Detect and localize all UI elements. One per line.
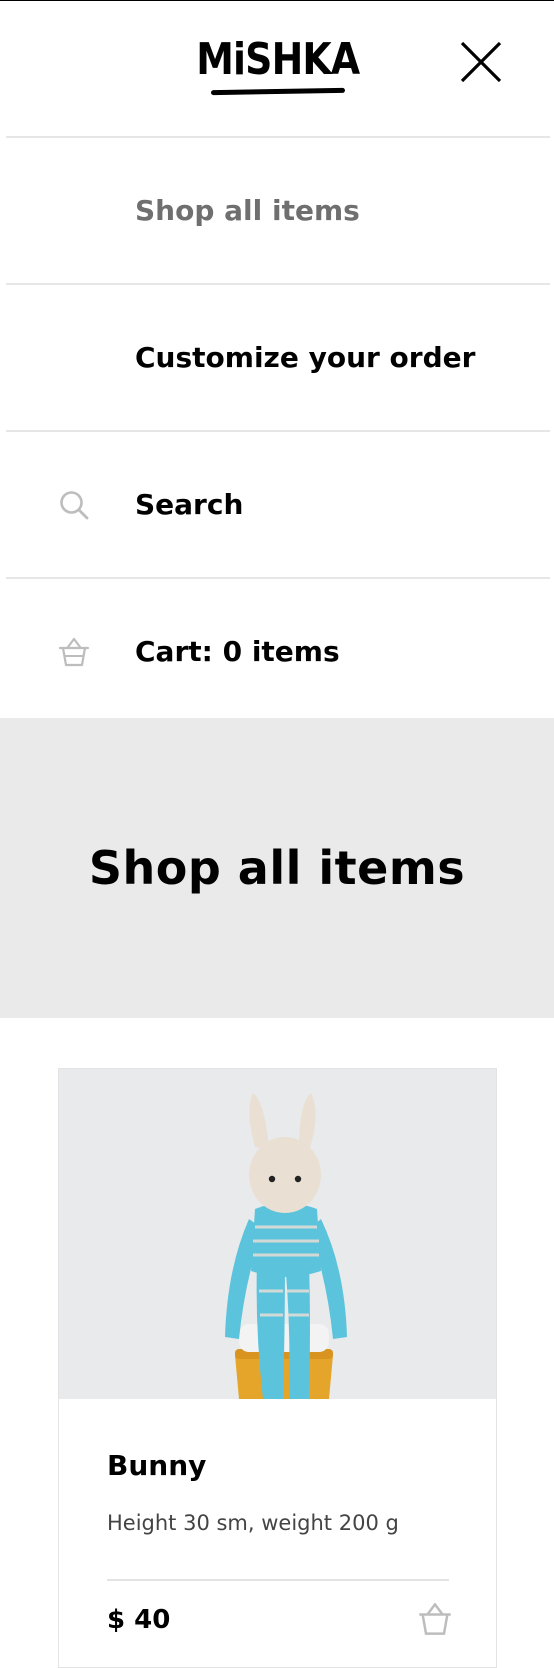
nav-item-customize-order[interactable]: Customize your order — [6, 283, 550, 430]
close-menu-button[interactable] — [458, 39, 504, 85]
nav-item-label: Cart: 0 items — [135, 635, 340, 668]
basket-icon — [58, 637, 90, 666]
page-hero: Shop all items — [0, 718, 554, 1018]
add-to-cart-button[interactable] — [415, 1601, 455, 1637]
nav-item-label: Shop all items — [135, 194, 360, 227]
logo-text: MiSHKA — [196, 34, 361, 85]
main-navigation: Shop all items Customize your order Sear… — [6, 136, 550, 724]
product-card: Bunny Height 30 sm, weight 200 g $ 40 — [58, 1068, 497, 1668]
search-icon — [60, 490, 89, 519]
nav-item-shop-all[interactable]: Shop all items — [6, 136, 550, 283]
product-name[interactable]: Bunny — [107, 1449, 206, 1482]
site-header: MiSHKA — [0, 1, 554, 136]
product-price: $ 40 — [107, 1605, 171, 1635]
nav-item-cart[interactable]: Cart: 0 items — [6, 577, 550, 724]
nav-item-search[interactable]: Search — [6, 430, 550, 577]
page-title: Shop all items — [88, 841, 466, 895]
basket-icon — [419, 1603, 451, 1635]
logo-underline — [210, 87, 346, 96]
card-divider — [107, 1579, 449, 1581]
product-image[interactable] — [59, 1069, 496, 1399]
nav-item-label: Search — [135, 488, 244, 521]
close-icon — [460, 41, 502, 83]
bunny-toy-illustration — [59, 1069, 496, 1399]
logo[interactable]: MiSHKA — [197, 31, 360, 101]
product-description: Height 30 sm, weight 200 g — [107, 1511, 399, 1535]
nav-item-label: Customize your order — [135, 341, 476, 374]
